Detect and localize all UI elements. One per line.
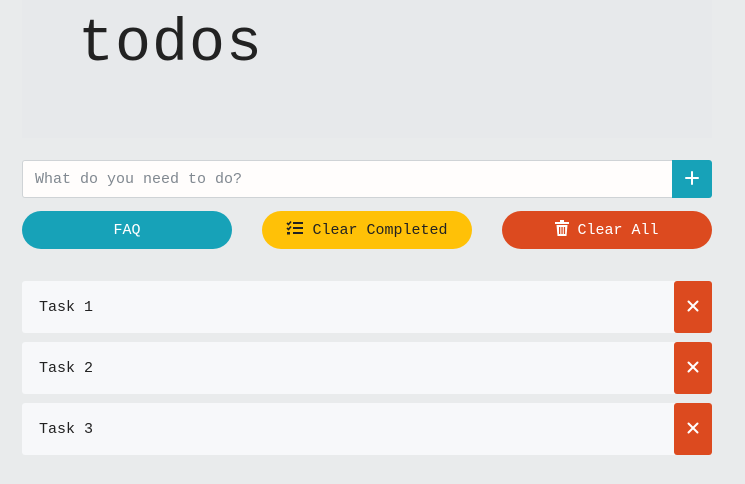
delete-task-button[interactable]	[674, 281, 712, 333]
delete-task-button[interactable]	[674, 403, 712, 455]
todo-app: todos FAQ	[0, 0, 745, 484]
list-item[interactable]: Task 3	[22, 403, 712, 455]
task-list: Task 1 Task 2 Task 3	[22, 281, 712, 464]
task-label: Task 3	[39, 420, 94, 438]
new-todo-input[interactable]	[22, 160, 672, 198]
action-buttons: FAQ Clear Completed Clear All	[22, 211, 712, 249]
page-title: todos	[78, 11, 264, 79]
faq-button[interactable]: FAQ	[22, 211, 232, 249]
list-item[interactable]: Task 1	[22, 281, 712, 333]
clear-completed-button[interactable]: Clear Completed	[262, 211, 472, 249]
faq-button-label: FAQ	[113, 221, 141, 239]
add-todo-button[interactable]	[672, 160, 712, 198]
list-item[interactable]: Task 2	[22, 342, 712, 394]
delete-task-button[interactable]	[674, 342, 712, 394]
close-icon	[687, 300, 699, 315]
new-todo-row	[22, 160, 712, 198]
clear-completed-label: Clear Completed	[312, 221, 448, 239]
plus-icon	[684, 170, 700, 189]
header-banner: todos	[22, 0, 712, 138]
close-icon	[687, 422, 699, 437]
clear-all-label: Clear All	[577, 221, 659, 239]
clear-all-button[interactable]: Clear All	[502, 211, 712, 249]
close-icon	[687, 361, 699, 376]
task-label: Task 1	[39, 298, 94, 316]
task-label: Task 2	[39, 359, 94, 377]
tasks-list-icon	[286, 220, 304, 241]
trash-icon	[555, 219, 570, 241]
